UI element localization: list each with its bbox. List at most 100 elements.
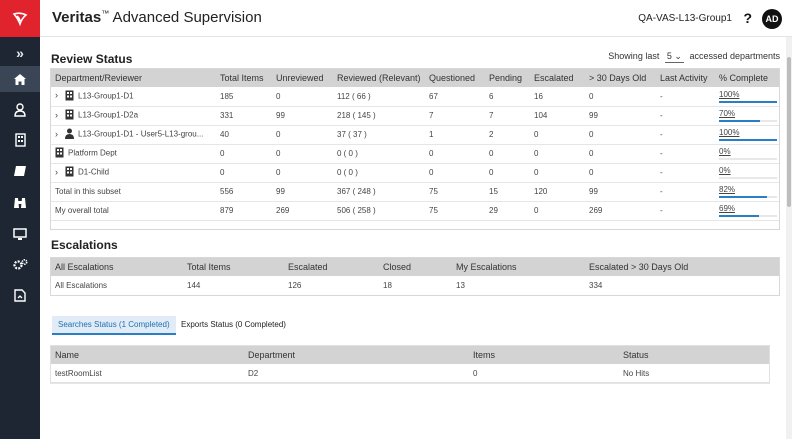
- cell-pending: 7: [484, 106, 529, 126]
- cell-percent-complete: 100%: [714, 125, 780, 145]
- tab-searches-status[interactable]: Searches Status (1 Completed): [52, 316, 176, 335]
- department-name[interactable]: Platform Dept: [68, 149, 117, 158]
- cell-unreviewed: 99: [271, 106, 332, 126]
- review-col-header[interactable]: Questioned: [424, 68, 484, 87]
- cell-old: 99: [584, 106, 655, 126]
- scrollbar[interactable]: [786, 37, 792, 439]
- home-icon[interactable]: [0, 66, 40, 92]
- cell-reviewed: 112 ( 66 ): [332, 87, 424, 107]
- searches-col-header[interactable]: Department: [243, 345, 468, 364]
- cell-old: 0: [584, 87, 655, 107]
- user-icon: [65, 128, 74, 141]
- cell-last: -: [655, 125, 714, 145]
- progress-bar: [719, 196, 777, 198]
- cell-percent-complete: 100%: [714, 87, 780, 107]
- review-col-header[interactable]: Department/Reviewer: [50, 68, 215, 87]
- searches-col-header[interactable]: Items: [468, 345, 618, 364]
- progress-label[interactable]: 100%: [719, 128, 777, 138]
- cell-escalated: 0: [529, 163, 584, 183]
- table-row[interactable]: › D1-Child 0 0 0 ( 0 ) 0 0 0 0-0%: [50, 163, 780, 183]
- table-row[interactable]: Total in this subset 556 99 367 ( 248 ) 75 15…: [50, 182, 780, 202]
- department-cell: › L13-Group1-D1 - User5-L13-grou...: [50, 125, 215, 145]
- escalations-col-header[interactable]: Escalated > 30 Days Old: [584, 257, 780, 276]
- review-col-header[interactable]: Last Activity: [655, 68, 714, 87]
- review-col-header[interactable]: Reviewed (Relevant): [332, 68, 424, 87]
- scrollbar-thumb[interactable]: [787, 57, 791, 207]
- department-cell: Platform Dept: [50, 144, 215, 164]
- table-row[interactable]: All Escalations 144 126 18 13 334: [50, 276, 780, 296]
- escalations-col-header[interactable]: Total Items: [182, 257, 283, 276]
- progress-label[interactable]: 69%: [719, 204, 777, 214]
- table-row[interactable]: testRoomList D2 0 No Hits: [50, 364, 770, 384]
- cell-last: -: [655, 87, 714, 107]
- department-name[interactable]: D1-Child: [78, 168, 109, 177]
- review-col-header[interactable]: Total Items: [215, 68, 271, 87]
- table-row[interactable]: Platform Dept 0 0 0 ( 0 ) 0 0 0 0-0%: [50, 144, 780, 164]
- cell-reviewed: 506 ( 258 ): [332, 201, 424, 221]
- escalations-col-header[interactable]: Escalated: [283, 257, 378, 276]
- progress-label[interactable]: 100%: [719, 90, 777, 100]
- tenant-name[interactable]: QA-VAS-L13-Group1: [638, 13, 732, 24]
- table-row[interactable]: My overall total 879 269 506 ( 258 ) 75 29 0 26…: [50, 201, 780, 221]
- review-col-header[interactable]: > 30 Days Old: [584, 68, 655, 87]
- building-icon[interactable]: [0, 127, 40, 153]
- cell-reviewed: 367 ( 248 ): [332, 182, 424, 202]
- searches-col-header[interactable]: Status: [618, 345, 770, 364]
- review-status-table: Department/Reviewer Total Items Unreviewed…: [50, 68, 780, 221]
- escalations-col-header[interactable]: All Escalations: [50, 257, 182, 276]
- searches-col-header[interactable]: Name: [50, 345, 243, 364]
- cell-last: -: [655, 182, 714, 202]
- review-col-header[interactable]: Pending: [484, 68, 529, 87]
- department-name[interactable]: L13-Group1-D2a: [78, 111, 138, 120]
- product-name: Advanced Supervision: [109, 9, 262, 26]
- user-icon[interactable]: [0, 97, 40, 123]
- veritas-logo-icon[interactable]: [0, 0, 40, 37]
- cell-questioned: 7: [424, 106, 484, 126]
- progress-fill: [719, 215, 760, 217]
- progress-bar: [719, 215, 777, 217]
- review-col-header[interactable]: Escalated: [529, 68, 584, 87]
- cell-percent-complete: 70%: [714, 106, 780, 126]
- progress-fill: [719, 100, 777, 103]
- review-col-header[interactable]: Unreviewed: [271, 68, 332, 87]
- chevron-right-icon[interactable]: ›: [55, 167, 65, 177]
- progress: 0%: [719, 147, 777, 160]
- help-icon[interactable]: ?: [743, 10, 752, 26]
- department-cell: › L13-Group1-D2a: [50, 106, 215, 126]
- cell-escalated: 16: [529, 87, 584, 107]
- report-icon[interactable]: [0, 282, 40, 308]
- review-col-header[interactable]: % Complete: [714, 68, 780, 87]
- department-name[interactable]: L13-Group1-D1: [78, 91, 134, 100]
- escalations-col-header[interactable]: My Escalations: [451, 257, 584, 276]
- cell-status: No Hits: [618, 364, 770, 384]
- progress-label[interactable]: 82%: [719, 185, 777, 195]
- escalations-col-header[interactable]: Closed: [378, 257, 451, 276]
- expand-icon[interactable]: »: [0, 40, 40, 66]
- cell-old: 0: [584, 144, 655, 164]
- chevron-right-icon[interactable]: ›: [55, 129, 65, 139]
- binoculars-icon[interactable]: [0, 189, 40, 215]
- cell-unreviewed: 0: [271, 125, 332, 145]
- building-icon: [65, 166, 74, 179]
- table-row[interactable]: › L13-Group1-D2a 331 99 218 ( 145 ) 7 7 104 99-7…: [50, 106, 780, 126]
- department-cell: › D1-Child: [50, 163, 215, 183]
- department-name[interactable]: L13-Group1-D1 - User5-L13-grou...: [78, 130, 203, 139]
- avatar[interactable]: AD: [762, 9, 782, 29]
- cell-percent-complete: 0%: [714, 144, 780, 164]
- table-row[interactable]: › L13-Group1-D1 185 0 112 ( 66 ) 67 6 16 0-100%: [50, 87, 780, 107]
- monitor-icon[interactable]: [0, 221, 40, 247]
- table-row[interactable]: › L13-Group1-D1 - User5-L13-grou... 40 0 37 …: [50, 125, 780, 145]
- progress-label[interactable]: 70%: [719, 109, 777, 119]
- tag-icon[interactable]: [0, 158, 40, 184]
- chevron-right-icon[interactable]: ›: [55, 110, 65, 120]
- cell-total: 556: [215, 182, 271, 202]
- cell-percent-complete: 82%: [714, 182, 780, 202]
- progress-label[interactable]: 0%: [719, 166, 777, 176]
- progress-label[interactable]: 0%: [719, 147, 777, 157]
- cell-old: 0: [584, 125, 655, 145]
- settings-icon[interactable]: [0, 251, 40, 277]
- tab-exports-status[interactable]: Exports Status (0 Completed): [175, 316, 292, 333]
- chevron-right-icon[interactable]: ›: [55, 90, 65, 100]
- showing-count-select[interactable]: 5 ⌄: [664, 51, 684, 63]
- cell-total: 144: [182, 276, 283, 296]
